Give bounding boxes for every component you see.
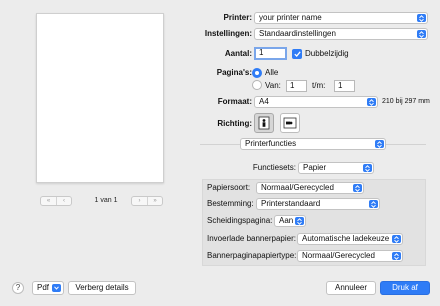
orientation-label: Richting: [217,119,252,128]
chevron-updown-icon [375,140,384,148]
printer-options-panel: Papiersoort: Normaal/Gerecycled Bestemmi… [202,179,426,266]
pages-from-input[interactable]: 1 [286,80,307,92]
section-separator-left [200,144,240,145]
copies-input[interactable]: 1 [254,47,287,60]
chevron-updown-icon [295,217,304,225]
option-label-banner-tray: Invoerlade bannerpapier: [207,234,296,243]
pages-range-label[interactable]: Van: [265,80,285,92]
presets-value: Standaardinstellingen [259,29,336,38]
pdf-label: Pdf [37,283,50,292]
pages-all-label[interactable]: Alle [265,67,295,79]
two-sided-checkbox[interactable] [292,49,302,59]
pages-all-radio[interactable] [252,68,262,78]
banner-paper-type-value: Normaal/Gerecycled [302,251,375,260]
copies-label: Aantal: [224,49,252,58]
chevron-updown-icon [417,30,426,38]
printer-value: your printer name [259,13,322,22]
paper-dimensions: 210 bij 297 mm [382,98,430,105]
presets-popup[interactable]: Standaardinstellingen [254,28,428,40]
paper-type-value: Normaal/Gerecycled [261,183,334,192]
portrait-orientation-button[interactable] [254,113,274,133]
pages-to-input[interactable]: 1 [334,80,355,92]
chevron-updown-icon [353,184,362,192]
chevron-updown-icon [369,200,378,208]
chevron-updown-icon [392,252,401,260]
chevron-updown-icon [363,164,372,172]
paper-type-popup[interactable]: Normaal/Gerecycled [256,182,364,194]
cancel-button[interactable]: Annuleer [326,281,376,295]
pages-label: Pagina's: [216,68,252,77]
preview-nav-back-group[interactable]: « ‹ [40,196,72,206]
landscape-person-icon [283,117,297,129]
help-button[interactable]: ? [12,282,24,294]
preview-nav-forward-group[interactable]: › » [131,196,163,206]
banner-tray-value: Automatische ladekeuze [302,234,390,243]
print-button[interactable]: Druk af [380,281,430,295]
presets-label: Instellingen: [204,29,252,38]
banner-paper-type-popup[interactable]: Normaal/Gerecycled [297,250,403,262]
chevron-updown-icon [417,14,426,22]
destination-value: Printerstandaard [261,199,321,208]
section-menu-value: Printerfuncties [245,139,297,148]
page-counter: 1 van 1 [94,197,118,204]
two-sided-label[interactable]: Dubbelzijdig [305,48,375,60]
feature-sets-label: Functiesets: [252,163,296,172]
paper-size-value: A4 [259,97,269,106]
paper-size-popup[interactable]: A4 [254,96,378,108]
option-label-separator-page: Scheidingspagina: [207,216,273,225]
paper-size-label: Formaat: [217,97,252,106]
hide-details-button[interactable]: Verberg details [68,281,136,295]
pages-to-label: t/m: [312,81,326,90]
checkmark-icon [293,51,301,57]
chevron-updown-icon [367,98,376,106]
chevron-updown-icon [392,235,401,243]
portrait-person-icon [258,116,270,130]
landscape-orientation-button[interactable] [280,113,300,133]
destination-popup[interactable]: Printerstandaard [256,198,380,210]
printer-popup[interactable]: your printer name [254,12,428,24]
chevron-down-icon [52,284,61,292]
separator-page-popup[interactable]: Aan [274,215,306,227]
printer-label: Printer: [223,13,252,22]
first-page-button[interactable]: « [41,197,56,205]
section-menu-popup[interactable]: Printerfuncties [240,138,386,150]
section-separator-right [386,144,426,145]
print-preview-page [36,13,164,183]
feature-sets-popup[interactable]: Papier [298,162,374,174]
previous-page-button[interactable]: ‹ [56,197,71,205]
separator-page-value: Aan [279,216,294,225]
feature-sets-value: Papier [303,163,327,172]
last-page-button[interactable]: » [147,197,162,205]
pages-range-radio[interactable] [252,80,262,90]
next-page-button[interactable]: › [132,197,147,205]
option-label-banner-paper-type: Bannerpaginapapiertype: [207,251,297,260]
banner-tray-popup[interactable]: Automatische ladekeuze [297,233,403,245]
pdf-menu-button[interactable]: Pdf [32,281,64,295]
